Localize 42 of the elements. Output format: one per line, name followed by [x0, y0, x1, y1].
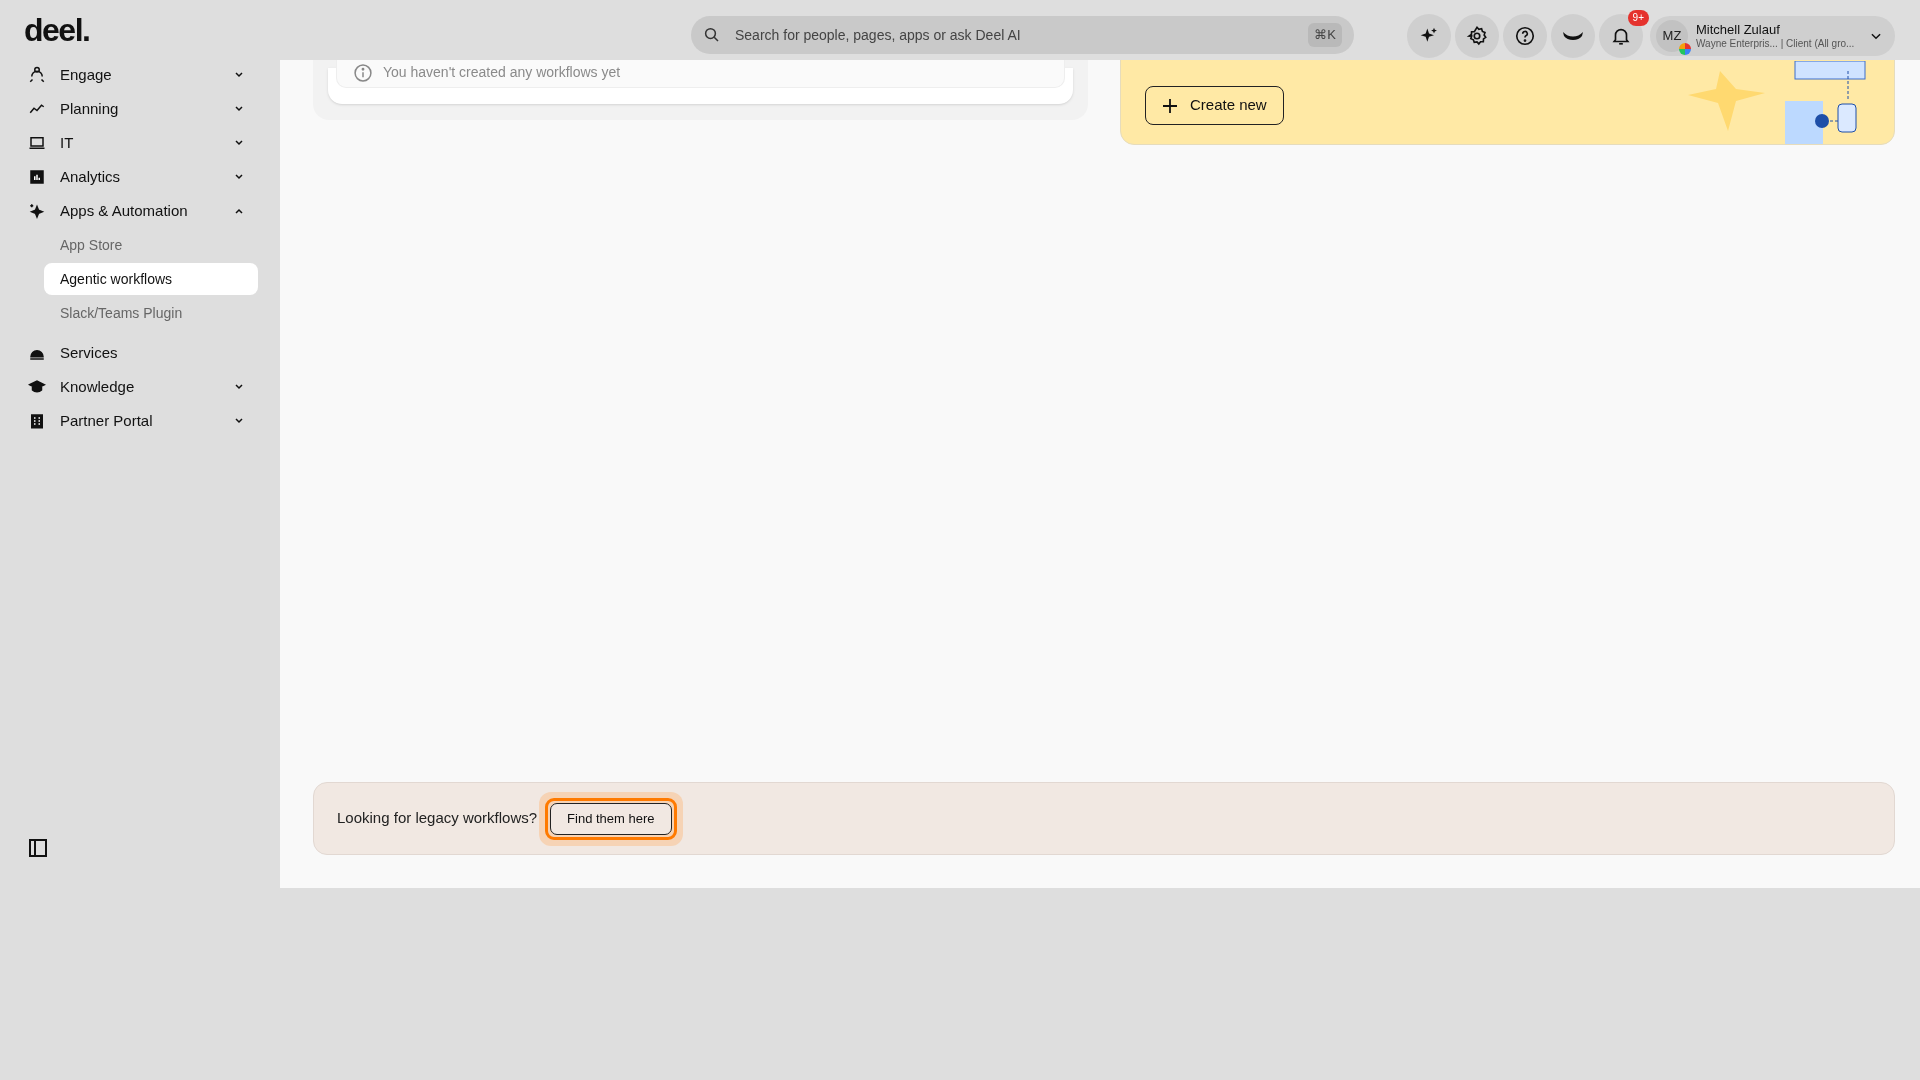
shortcut-hint: ⌘K [1308, 23, 1342, 47]
sidebar-item[interactable]: Planning [22, 92, 258, 126]
avatar-initials: MZ [1662, 27, 1682, 46]
empty-message: You haven't created any workflows yet [383, 63, 621, 82]
settings-button[interactable] [1455, 14, 1499, 58]
profile-menu[interactable]: MZ Mitchell Zulauf Wayne Enterpris... | Client (All gro... [1650, 16, 1895, 56]
help-icon [1514, 25, 1536, 47]
sidebar-item[interactable]: Apps & Automation [22, 194, 258, 228]
closed-eye-button[interactable] [1551, 14, 1595, 58]
user-organization: Wayne Enterpris... | Client (All gro... [1696, 37, 1855, 51]
sparkle-icon [28, 202, 46, 220]
closed-eye-icon [1561, 31, 1585, 41]
sidebar-item[interactable]: Knowledge [22, 370, 258, 404]
find-them-here-button[interactable]: Find them here [550, 802, 672, 835]
sidebar-item[interactable]: Services [22, 336, 258, 370]
settings-icon [1466, 25, 1488, 47]
search-input[interactable]: Search for people, pages, apps or ask Deel AI [735, 24, 1309, 46]
search-icon [703, 26, 721, 44]
sidebar-item[interactable]: Analytics [22, 160, 258, 194]
notifications-button[interactable] [1599, 14, 1643, 58]
help-button[interactable] [1503, 14, 1547, 58]
plus-icon [1162, 97, 1178, 114]
company-logo-icon [1679, 43, 1691, 55]
sidebar-item[interactable]: Engage [22, 58, 258, 92]
notification-count: 9+ [1627, 10, 1649, 26]
sidebar-subitem[interactable]: Slack/Teams Plugin [44, 297, 258, 329]
create-new-button[interactable]: Create new [1145, 86, 1284, 125]
sidebar-item[interactable]: Partner Portal [22, 404, 258, 438]
sidebar-item[interactable]: IT [22, 126, 258, 160]
ai-sparkle-button[interactable] [1407, 14, 1451, 58]
building-icon [28, 412, 46, 430]
user-name: Mitchell Zulauf [1696, 21, 1780, 38]
laptop-icon [28, 134, 46, 152]
bar-chart-icon [28, 168, 46, 186]
people-icon [28, 66, 46, 84]
sidebar-subitem[interactable]: Agentic workflows [44, 263, 258, 295]
info-icon [353, 62, 373, 83]
sidebar-toggle-icon[interactable] [29, 839, 47, 857]
search-field[interactable]: Search for people, pages, apps or ask Deel AI ⌘K [691, 16, 1354, 54]
sidebar-subitem[interactable]: App Store [44, 229, 258, 261]
deel-logo[interactable]: deel. [24, 14, 90, 46]
legacy-workflows-text: Looking for legacy workflows? [337, 808, 538, 829]
